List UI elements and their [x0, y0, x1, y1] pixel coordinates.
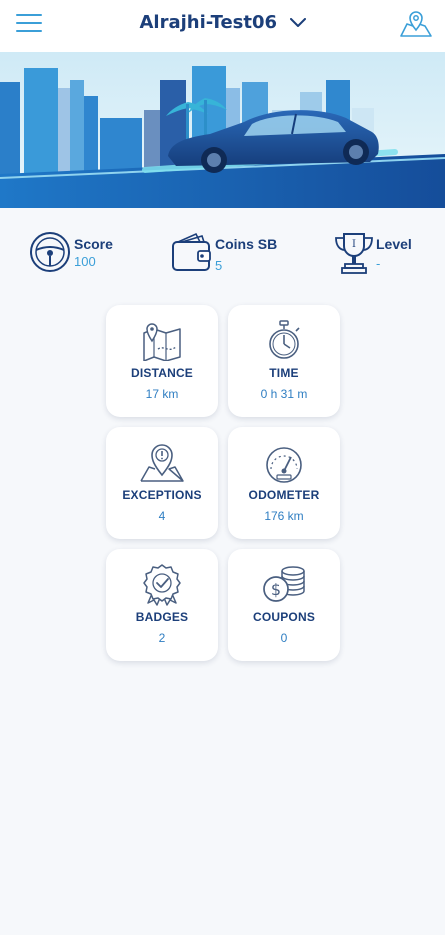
svg-text:$: $ — [271, 580, 281, 599]
distance-value: 17 km — [145, 387, 179, 401]
wallet-icon — [172, 232, 211, 271]
speedometer-icon — [266, 447, 302, 483]
map-pin-icon — [143, 323, 181, 361]
level-value: - — [376, 256, 381, 271]
page-title: Alrajhi-Test06 — [139, 12, 278, 33]
score-value: 100 — [74, 254, 96, 269]
coupons-label: COUPONS — [252, 610, 316, 624]
banner-image — [0, 52, 445, 208]
card-odometer[interactable]: ODOMETER 176 km — [228, 427, 340, 539]
badges-value: 2 — [158, 631, 166, 645]
exceptions-value: 4 — [158, 509, 166, 523]
steering-wheel-icon — [30, 232, 70, 272]
odometer-label: ODOMETER — [248, 488, 320, 502]
coins-value: 5 — [215, 258, 223, 273]
svg-text:I: I — [352, 239, 356, 250]
exceptions-label: EXCEPTIONS — [122, 488, 202, 502]
card-badges[interactable]: BADGES 2 — [106, 549, 218, 661]
coupons-value: 0 — [280, 631, 288, 645]
distance-label: DISTANCE — [130, 366, 194, 380]
badge-icon — [143, 564, 181, 606]
coins-label: Coins SB — [215, 236, 278, 252]
odometer-value: 176 km — [264, 509, 304, 523]
card-exceptions[interactable]: EXCEPTIONS 4 — [106, 427, 218, 539]
top-bar: Alrajhi-Test06 — [0, 0, 445, 52]
time-label: TIME — [269, 366, 299, 380]
location-warning-icon — [140, 444, 184, 482]
time-value: 0 h 31 m — [260, 387, 308, 401]
stopwatch-icon — [269, 320, 300, 359]
level-label: Level — [376, 236, 412, 252]
trophy-icon: I — [335, 233, 373, 274]
chevron-down-icon — [289, 17, 306, 27]
card-distance[interactable]: DISTANCE 17 km — [106, 305, 218, 417]
badges-label: BADGES — [135, 610, 189, 624]
account-selector[interactable]: Alrajhi-Test06 — [0, 12, 445, 33]
stat-coins: Coins SB 5 — [170, 226, 300, 282]
stat-score: Score 100 — [28, 226, 158, 282]
card-time[interactable]: TIME 0 h 31 m — [228, 305, 340, 417]
card-coupons[interactable]: $ COUPONS 0 — [228, 549, 340, 661]
stat-level: I Level - — [332, 226, 442, 282]
stats-row: Score 100 Coins SB 5 I Level - — [0, 226, 445, 282]
coins-icon: $ — [263, 566, 305, 602]
score-label: Score — [74, 236, 113, 252]
map-location-icon[interactable] — [399, 8, 433, 40]
